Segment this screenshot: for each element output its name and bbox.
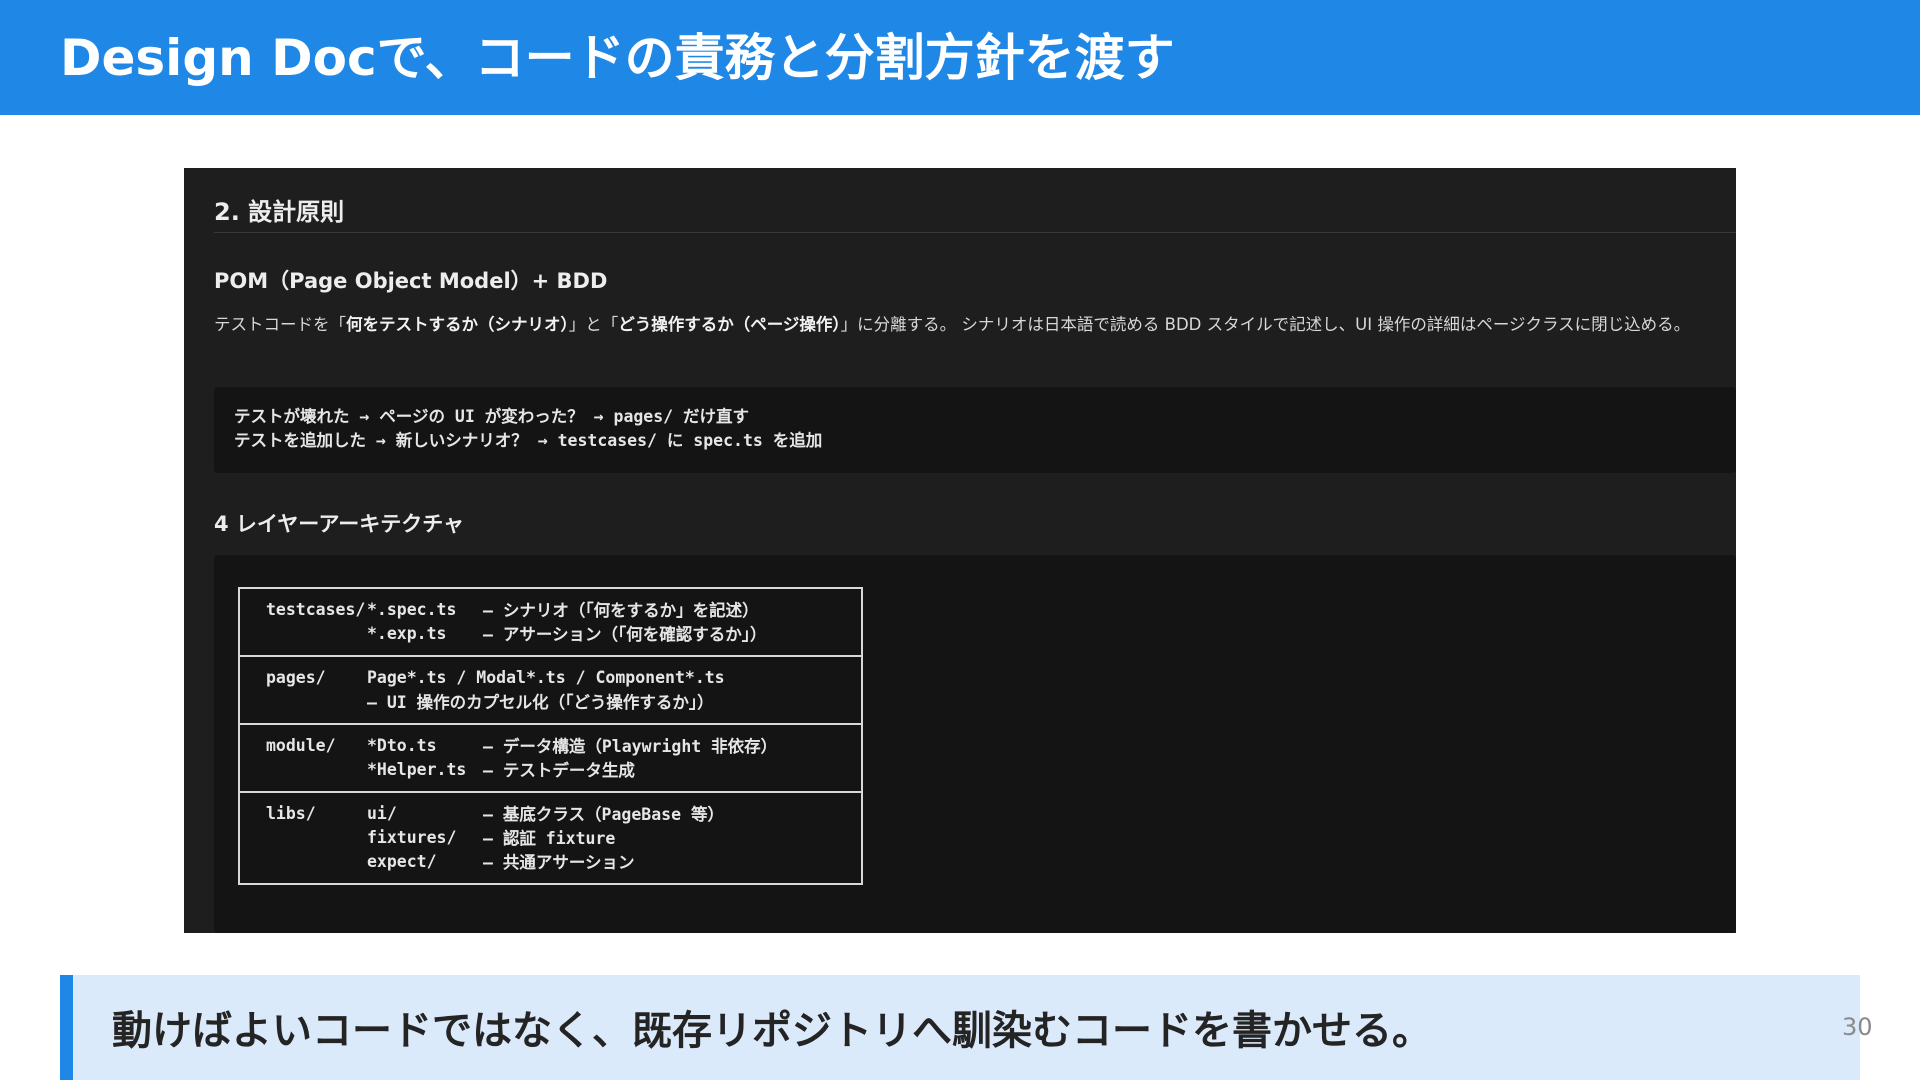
- paragraph-bold-scenario: 何をテストするか（シナリオ）: [346, 315, 569, 334]
- principle-paragraph: テストコードを「何をテストするか（シナリオ）」と「どう操作するか（ページ操作）」…: [214, 311, 1714, 339]
- layer-files: Page*.ts / Modal*.ts / Component*.ts: [367, 667, 725, 687]
- slide-header: Design Docで、コードの責務と分割方針を渡す: [0, 0, 1920, 115]
- code-line: テストが壊れた → ページの UI が変わった？ → pages/ だけ直す: [234, 407, 750, 426]
- layer-row-module: module/ *Dto.ts — データ構造（Playwright 非依存） …: [240, 723, 861, 791]
- layer-desc: — 共通アサーション: [483, 853, 635, 872]
- architecture-code-block: testcases/ *.spec.ts — シナリオ（「何をするか」を記述） …: [214, 555, 1736, 933]
- layer-desc: — 基底クラス（PageBase 等）: [483, 805, 724, 824]
- rule-code-block: テストが壊れた → ページの UI が変わった？ → pages/ だけ直す テ…: [214, 387, 1736, 473]
- layer-desc: — 認証 fixture: [483, 829, 616, 848]
- layer-heading: 4 レイヤーアーキテクチャ: [214, 512, 464, 536]
- slide-title: Design Docで、コードの責務と分割方針を渡す: [60, 29, 1175, 87]
- layer-desc: — UI 操作のカプセル化（「どう操作するか」）: [367, 693, 714, 712]
- layer-desc: — シナリオ（「何をするか」を記述）: [483, 601, 759, 620]
- layer-dir: libs/: [266, 803, 316, 823]
- layer-dir: pages/: [266, 667, 326, 687]
- design-doc-screenshot: 2. 設計原則 POM（Page Object Model）+ BDD テストコ…: [184, 168, 1736, 933]
- layer-diagram: testcases/ *.spec.ts — シナリオ（「何をするか」を記述） …: [238, 587, 863, 885]
- paragraph-text: 」に分離する。 シナリオは日本語で読める BDD スタイルで記述し、UI 操作の…: [840, 315, 1691, 334]
- code-line: テストを追加した → 新しいシナリオ？ → testcases/ に spec.…: [234, 431, 823, 450]
- layer-row-pages: pages/ Page*.ts / Modal*.ts / Component*…: [240, 655, 861, 723]
- layer-dir: testcases/: [266, 599, 366, 619]
- pom-heading: POM（Page Object Model）+ BDD: [214, 269, 608, 293]
- layer-file: expect/: [367, 851, 437, 871]
- layer-file: *.exp.ts: [367, 623, 447, 643]
- layer-file: fixtures/: [367, 827, 457, 847]
- page-number: 30: [1842, 1013, 1873, 1041]
- paragraph-text: 」と「: [568, 315, 619, 334]
- layer-row-testcases: testcases/ *.spec.ts — シナリオ（「何をするか」を記述） …: [240, 589, 861, 655]
- layer-file: *Dto.ts: [367, 735, 437, 755]
- callout-accent-bar: [60, 975, 73, 1080]
- section-heading: 2. 設計原則: [214, 198, 345, 226]
- paragraph-bold-operation: どう操作するか（ページ操作）: [618, 315, 841, 334]
- layer-desc: — データ構造（Playwright 非依存）: [483, 737, 778, 756]
- layer-file: *Helper.ts: [367, 759, 467, 779]
- key-message-callout: 動けばよいコードではなく、既存リポジトリへ馴染むコードを書かせる。: [60, 975, 1860, 1080]
- layer-desc: — テストデータ生成: [483, 761, 635, 780]
- paragraph-text: テストコードを「: [214, 315, 346, 334]
- callout-text: 動けばよいコードではなく、既存リポジトリへ馴染むコードを書かせる。: [112, 1008, 1432, 1054]
- layer-desc: — アサーション（「何を確認するか」）: [483, 625, 767, 644]
- layer-file: *.spec.ts: [367, 599, 457, 619]
- layer-row-libs: libs/ ui/ — 基底クラス（PageBase 等） fixtures/ …: [240, 791, 861, 883]
- section-divider: [214, 232, 1736, 233]
- layer-file: ui/: [367, 803, 397, 823]
- layer-dir: module/: [266, 735, 336, 755]
